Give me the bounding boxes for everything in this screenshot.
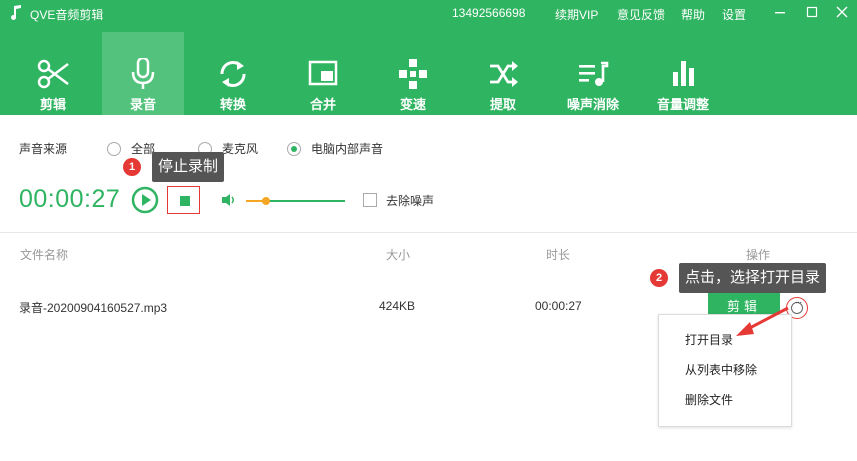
step1-tooltip: 停止录制 <box>152 152 225 182</box>
tool-label: 剪辑 <box>39 97 66 112</box>
microphone-icon <box>131 58 155 89</box>
denoise-label: 去除噪声 <box>386 194 435 208</box>
volume-bars-icon <box>673 61 694 86</box>
minimize-icon[interactable] <box>772 4 788 20</box>
help-link[interactable]: 帮助 <box>681 6 705 23</box>
scissors-icon <box>37 59 69 89</box>
tool-label: 转换 <box>219 97 246 112</box>
music-note-icon <box>11 5 21 20</box>
app-title: QVE音频剪辑 <box>30 8 104 22</box>
maximize-icon[interactable] <box>804 4 820 20</box>
radio-system-sound[interactable] <box>287 142 301 156</box>
header-size: 大小 <box>386 248 411 262</box>
record-timer: 00:00:27 <box>19 185 121 213</box>
feedback-link[interactable]: 意见反馈 <box>617 6 665 23</box>
menu-delete-file[interactable]: 删除文件 <box>685 391 733 408</box>
tool-noise[interactable]: 噪声消除 <box>552 38 634 115</box>
menu-remove-from-list[interactable]: 从列表中移除 <box>685 361 757 378</box>
tool-cut[interactable]: 剪辑 <box>12 38 94 115</box>
extract-icon <box>490 61 518 87</box>
tool-label: 录音 <box>129 97 156 112</box>
header-file-name: 文件名称 <box>20 248 69 262</box>
tool-volume[interactable]: 音量调整 <box>642 38 724 115</box>
renew-vip-link[interactable]: 续期VIP <box>555 6 598 23</box>
step2-badge: 2 <box>650 269 668 287</box>
stop-icon <box>180 196 190 206</box>
header-action: 操作 <box>746 248 771 262</box>
more-icon <box>791 297 804 314</box>
radio-system-sound-label: 电脑内部声音 <box>311 142 384 156</box>
convert-icon <box>220 61 246 87</box>
speaker-icon[interactable] <box>221 192 237 208</box>
file-duration: 00:00:27 <box>535 299 582 313</box>
radio-microphone-label: 麦克风 <box>222 142 259 156</box>
step2-tooltip: 点击，选择打开目录 <box>679 263 827 293</box>
top-bar: QVE音频剪辑 13492566698 续期VIP 意见反馈 帮助 设置 剪辑 … <box>0 0 857 115</box>
arrow-icon <box>736 306 789 336</box>
tool-merge[interactable]: 合并 <box>282 38 364 115</box>
volume-slider-knob[interactable] <box>262 197 270 205</box>
tool-speed[interactable]: 变速 <box>372 38 454 115</box>
close-icon[interactable] <box>834 4 850 20</box>
tool-label: 提取 <box>489 97 516 112</box>
tool-label: 噪声消除 <box>566 97 619 112</box>
menu-open-folder[interactable]: 打开目录 <box>685 331 733 348</box>
step1-badge: 1 <box>123 158 141 176</box>
tool-label: 变速 <box>399 97 426 112</box>
settings-link[interactable]: 设置 <box>722 6 746 23</box>
tool-record[interactable]: 录音 <box>102 32 184 115</box>
file-name[interactable]: 录音-20200904160527.mp3 <box>19 299 167 316</box>
divider <box>0 232 857 233</box>
tool-label: 音量调整 <box>656 97 709 112</box>
radio-all[interactable] <box>107 142 121 156</box>
phone-number[interactable]: 13492566698 <box>452 6 525 20</box>
play-icon[interactable] <box>131 186 159 214</box>
sound-source-label: 声音来源 <box>19 142 68 156</box>
stop-button[interactable] <box>167 186 200 214</box>
denoise-checkbox[interactable] <box>363 193 377 207</box>
header-duration: 时长 <box>546 248 571 262</box>
tool-label: 合并 <box>309 97 336 112</box>
tool-extract[interactable]: 提取 <box>462 38 544 115</box>
noise-icon <box>579 61 609 86</box>
title-bar: QVE音频剪辑 13492566698 续期VIP 意见反馈 帮助 设置 <box>0 0 857 26</box>
file-size: 424KB <box>379 299 416 313</box>
merge-icon <box>308 60 338 86</box>
tool-convert[interactable]: 转换 <box>192 38 274 115</box>
volume-slider-track[interactable] <box>266 200 345 202</box>
speed-icon <box>399 59 427 89</box>
